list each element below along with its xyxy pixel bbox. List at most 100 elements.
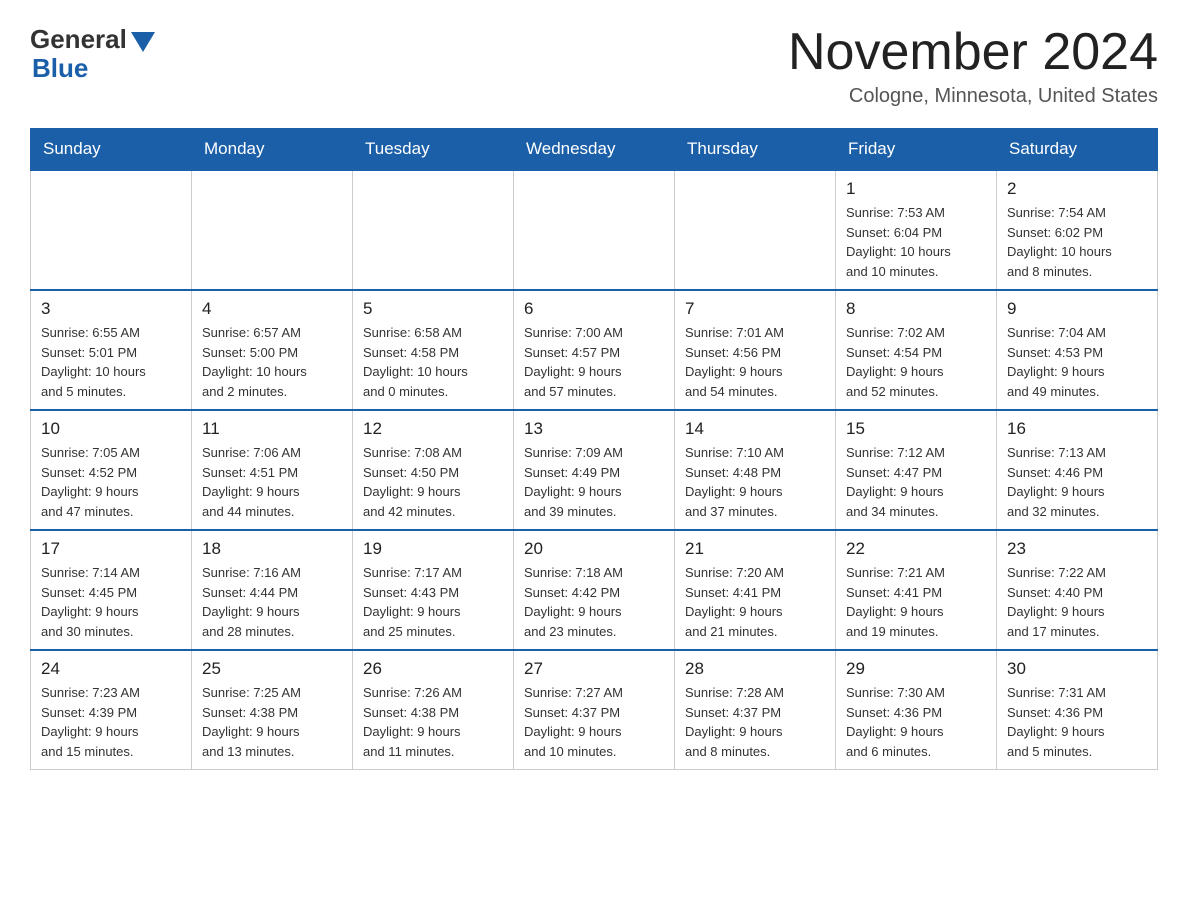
day-number: 18 <box>202 539 342 559</box>
calendar-cell: 26Sunrise: 7:26 AM Sunset: 4:38 PM Dayli… <box>353 650 514 770</box>
calendar-cell: 18 Sunrise: 7:16 AM Sunset: 4:44 PM Dayli… <box>192 530 353 650</box>
day-info: Sunrise: 7:14 AM Sunset: 4:45 PM Dayligh… <box>41 563 181 641</box>
day-info: Sunrise: 7:54 AM Sunset: 6:02 PM Dayligh… <box>1007 203 1147 281</box>
day-info: Sunrise: 7:12 AM Sunset: 4:47 PM Dayligh… <box>846 443 986 521</box>
day-number: 5 <box>363 299 503 319</box>
day-info: Sunrise: 7:18 AM Sunset: 4:42 PM Dayligh… <box>524 563 664 641</box>
day-number: 9 <box>1007 299 1147 319</box>
day-info: Sunrise: 7:20 AM Sunset: 4:41 PM Dayligh… <box>685 563 825 641</box>
day-info: Sunrise: 7:13 AM Sunset: 4:46 PM Dayligh… <box>1007 443 1147 521</box>
logo: General Blue <box>30 24 155 84</box>
day-info: Sunrise: 7:25 AM Sunset: 4:38 PM Dayligh… <box>202 683 342 761</box>
calendar-cell: 7 Sunrise: 7:01 AM Sunset: 4:56 PM Daylig… <box>675 290 836 410</box>
calendar-cell: 2 Sunrise: 7:54 AM Sunset: 6:02 PM Daylig… <box>997 170 1158 290</box>
calendar-cell: 6 Sunrise: 7:00 AM Sunset: 4:57 PM Daylig… <box>514 290 675 410</box>
day-info: Sunrise: 7:10 AM Sunset: 4:48 PM Dayligh… <box>685 443 825 521</box>
day-number: 28 <box>685 659 825 679</box>
day-info: Sunrise: 7:30 AM Sunset: 4:36 PM Dayligh… <box>846 683 986 761</box>
calendar-cell: 11 Sunrise: 7:06 AM Sunset: 4:51 PM Dayli… <box>192 410 353 530</box>
day-number: 15 <box>846 419 986 439</box>
day-info: Sunrise: 7:31 AM Sunset: 4:36 PM Dayligh… <box>1007 683 1147 761</box>
calendar-cell: 20 Sunrise: 7:18 AM Sunset: 4:42 PM Dayli… <box>514 530 675 650</box>
day-number: 12 <box>363 419 503 439</box>
calendar-cell: 9 Sunrise: 7:04 AM Sunset: 4:53 PM Daylig… <box>997 290 1158 410</box>
page-header: General Blue November 2024 Cologne, Minn… <box>30 24 1158 108</box>
day-number: 21 <box>685 539 825 559</box>
calendar-cell: 16 Sunrise: 7:13 AM Sunset: 4:46 PM Dayli… <box>997 410 1158 530</box>
day-number: 10 <box>41 419 181 439</box>
day-number: 19 <box>363 539 503 559</box>
calendar-table: SundayMondayTuesdayWednesdayThursdayFrid… <box>30 128 1158 770</box>
day-info: Sunrise: 7:17 AM Sunset: 4:43 PM Dayligh… <box>363 563 503 641</box>
day-info: Sunrise: 7:08 AM Sunset: 4:50 PM Dayligh… <box>363 443 503 521</box>
calendar-cell: 28 Sunrise: 7:28 AM Sunset: 4:37 PM Dayli… <box>675 650 836 770</box>
day-info: Sunrise: 7:21 AM Sunset: 4:41 PM Dayligh… <box>846 563 986 641</box>
day-info: Sunrise: 7:01 AM Sunset: 4:56 PM Dayligh… <box>685 323 825 401</box>
calendar-cell: 29 Sunrise: 7:30 AM Sunset: 4:36 PM Dayli… <box>836 650 997 770</box>
calendar-header-saturday: Saturday <box>997 129 1158 171</box>
day-number: 30 <box>1007 659 1147 679</box>
calendar-cell <box>514 170 675 290</box>
day-number: 17 <box>41 539 181 559</box>
calendar-header-thursday: Thursday <box>675 129 836 171</box>
calendar-cell: 30 Sunrise: 7:31 AM Sunset: 4:36 PM Dayli… <box>997 650 1158 770</box>
day-info: Sunrise: 7:02 AM Sunset: 4:54 PM Dayligh… <box>846 323 986 401</box>
day-info: Sunrise: 7:22 AM Sunset: 4:40 PM Dayligh… <box>1007 563 1147 641</box>
day-number: 11 <box>202 419 342 439</box>
calendar-cell: 15 Sunrise: 7:12 AM Sunset: 4:47 PM Dayli… <box>836 410 997 530</box>
calendar-header-wednesday: Wednesday <box>514 129 675 171</box>
day-number: 3 <box>41 299 181 319</box>
logo-triangle-icon <box>131 32 155 52</box>
calendar-cell: 22 Sunrise: 7:21 AM Sunset: 4:41 PM Dayli… <box>836 530 997 650</box>
calendar-cell: 25Sunrise: 7:25 AM Sunset: 4:38 PM Dayli… <box>192 650 353 770</box>
calendar-cell: 17 Sunrise: 7:14 AM Sunset: 4:45 PM Dayli… <box>31 530 192 650</box>
day-info: Sunrise: 7:16 AM Sunset: 4:44 PM Dayligh… <box>202 563 342 641</box>
week-row: 24 Sunrise: 7:23 AM Sunset: 4:39 PM Dayli… <box>31 650 1158 770</box>
day-number: 1 <box>846 179 986 199</box>
day-info: Sunrise: 6:57 AM Sunset: 5:00 PM Dayligh… <box>202 323 342 401</box>
day-number: 16 <box>1007 419 1147 439</box>
calendar-cell: 3 Sunrise: 6:55 AM Sunset: 5:01 PM Daylig… <box>31 290 192 410</box>
calendar-cell: 8 Sunrise: 7:02 AM Sunset: 4:54 PM Daylig… <box>836 290 997 410</box>
calendar-cell: 21 Sunrise: 7:20 AM Sunset: 4:41 PM Dayli… <box>675 530 836 650</box>
week-row: 1 Sunrise: 7:53 AM Sunset: 6:04 PM Daylig… <box>31 170 1158 290</box>
month-title: November 2024 <box>788 24 1158 81</box>
logo-general-text: General <box>30 24 127 55</box>
calendar-cell <box>353 170 514 290</box>
week-row: 17 Sunrise: 7:14 AM Sunset: 4:45 PM Dayli… <box>31 530 1158 650</box>
day-info: Sunrise: 7:06 AM Sunset: 4:51 PM Dayligh… <box>202 443 342 521</box>
day-number: 14 <box>685 419 825 439</box>
calendar-header-sunday: Sunday <box>31 129 192 171</box>
day-number: 23 <box>1007 539 1147 559</box>
day-number: 29 <box>846 659 986 679</box>
title-area: November 2024 Cologne, Minnesota, United… <box>788 24 1158 108</box>
day-info: Sunrise: 7:00 AM Sunset: 4:57 PM Dayligh… <box>524 323 664 401</box>
day-number: 2 <box>1007 179 1147 199</box>
calendar-cell: 5Sunrise: 6:58 AM Sunset: 4:58 PM Daylig… <box>353 290 514 410</box>
calendar-cell: 10Sunrise: 7:05 AM Sunset: 4:52 PM Dayli… <box>31 410 192 530</box>
day-number: 7 <box>685 299 825 319</box>
calendar-header-tuesday: Tuesday <box>353 129 514 171</box>
calendar-header-friday: Friday <box>836 129 997 171</box>
day-info: Sunrise: 6:55 AM Sunset: 5:01 PM Dayligh… <box>41 323 181 401</box>
day-number: 6 <box>524 299 664 319</box>
day-info: Sunrise: 7:09 AM Sunset: 4:49 PM Dayligh… <box>524 443 664 521</box>
day-number: 22 <box>846 539 986 559</box>
day-number: 26 <box>363 659 503 679</box>
day-number: 24 <box>41 659 181 679</box>
week-row: 10Sunrise: 7:05 AM Sunset: 4:52 PM Dayli… <box>31 410 1158 530</box>
day-number: 8 <box>846 299 986 319</box>
calendar-cell: 19 Sunrise: 7:17 AM Sunset: 4:43 PM Dayli… <box>353 530 514 650</box>
location-text: Cologne, Minnesota, United States <box>788 85 1158 108</box>
week-row: 3 Sunrise: 6:55 AM Sunset: 5:01 PM Daylig… <box>31 290 1158 410</box>
day-info: Sunrise: 7:28 AM Sunset: 4:37 PM Dayligh… <box>685 683 825 761</box>
day-info: Sunrise: 7:23 AM Sunset: 4:39 PM Dayligh… <box>41 683 181 761</box>
day-info: Sunrise: 7:27 AM Sunset: 4:37 PM Dayligh… <box>524 683 664 761</box>
day-info: Sunrise: 7:04 AM Sunset: 4:53 PM Dayligh… <box>1007 323 1147 401</box>
calendar-cell: 13Sunrise: 7:09 AM Sunset: 4:49 PM Dayli… <box>514 410 675 530</box>
day-info: Sunrise: 7:53 AM Sunset: 6:04 PM Dayligh… <box>846 203 986 281</box>
calendar-cell: 24 Sunrise: 7:23 AM Sunset: 4:39 PM Dayli… <box>31 650 192 770</box>
day-number: 4 <box>202 299 342 319</box>
day-number: 20 <box>524 539 664 559</box>
calendar-cell: 1 Sunrise: 7:53 AM Sunset: 6:04 PM Daylig… <box>836 170 997 290</box>
